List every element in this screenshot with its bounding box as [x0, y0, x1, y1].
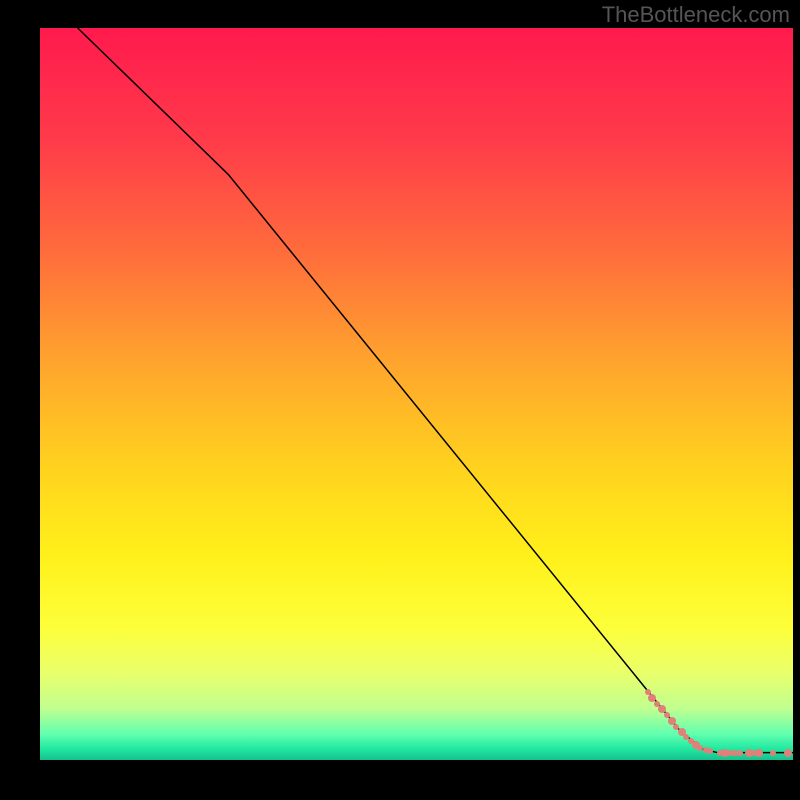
data-point: [707, 748, 713, 754]
data-point: [770, 750, 776, 756]
plot-area: [40, 28, 793, 760]
data-point: [737, 750, 743, 756]
data-point: [755, 749, 763, 757]
data-point: [784, 749, 792, 757]
watermark-text: TheBottleneck.com: [602, 2, 790, 28]
gradient-background: [40, 28, 793, 760]
